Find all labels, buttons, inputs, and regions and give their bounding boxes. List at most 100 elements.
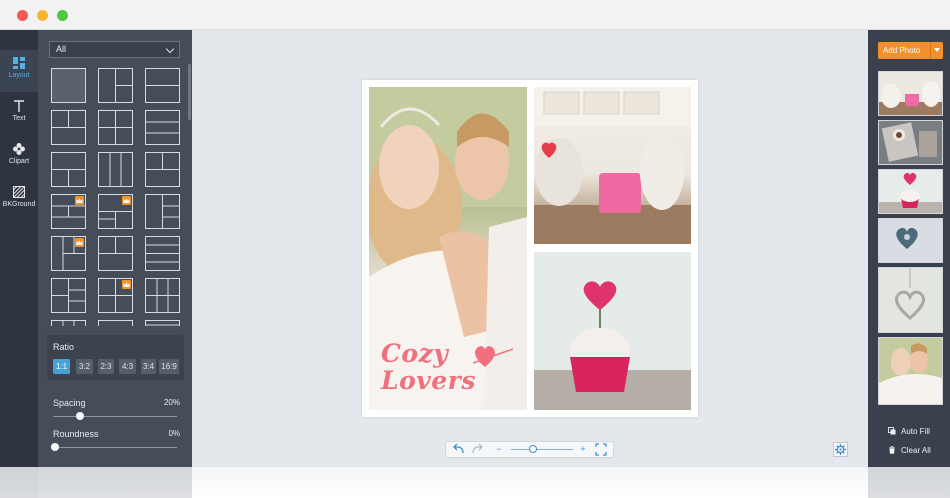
title-bar — [0, 0, 950, 30]
photo-thumbnail-coffee[interactable] — [878, 120, 943, 165]
ratio-option-4-3[interactable]: 4:3 — [119, 359, 136, 374]
tool-text[interactable]: Text — [0, 93, 38, 135]
cupcake-photo — [534, 252, 691, 410]
layout-template[interactable] — [98, 320, 133, 326]
layout-filter-select[interactable]: All — [49, 41, 180, 58]
layout-template[interactable] — [51, 320, 86, 326]
layout-grid-scrollbar[interactable] — [188, 64, 191, 120]
crown-icon — [75, 238, 84, 247]
zoom-slider-handle[interactable] — [528, 445, 537, 453]
photo-thumbnail-kitchen[interactable] — [878, 71, 943, 116]
layout-template[interactable] — [98, 68, 133, 103]
photo-thumbnail-heart-ornament[interactable] — [878, 267, 943, 333]
spacing-slider-handle[interactable] — [75, 412, 84, 420]
fullscreen-icon[interactable] — [594, 442, 608, 457]
photo-cell-kitchen[interactable] — [534, 87, 691, 244]
overlay-text-line1[interactable]: Cozy — [381, 339, 448, 368]
tool-clipart[interactable]: Clipart — [0, 136, 38, 178]
layout-template[interactable] — [51, 110, 86, 145]
roundness-label: Roundness — [53, 429, 99, 439]
layout-template[interactable] — [145, 68, 180, 103]
add-photo-button[interactable]: Add Photo — [878, 42, 943, 59]
photo-thumbnail-heart-cookie[interactable] — [878, 218, 943, 263]
layout-template-grid — [51, 68, 187, 326]
layout-template-premium[interactable] — [98, 194, 133, 229]
reflection-right-panel — [868, 467, 950, 498]
close-window-button[interactable] — [17, 10, 28, 21]
clear-all-label: Clear All — [901, 446, 931, 455]
layout-template[interactable] — [145, 152, 180, 187]
crown-icon — [122, 196, 131, 205]
overlay-text-line2[interactable]: Lovers — [381, 366, 476, 395]
layout-template[interactable] — [51, 152, 86, 187]
roundness-control: Roundness 0% — [47, 426, 184, 456]
ratio-option-2-3[interactable]: 2:3 — [98, 359, 114, 374]
zoom-out-button[interactable]: − — [494, 442, 504, 457]
trash-icon — [889, 446, 895, 454]
undo-icon[interactable] — [452, 442, 466, 457]
roundness-slider-track[interactable] — [53, 447, 177, 448]
caret-down-icon — [934, 48, 940, 52]
settings-button[interactable] — [833, 442, 848, 457]
heart-arrow-icon — [473, 346, 513, 367]
layout-template-premium[interactable] — [51, 236, 86, 271]
tool-background[interactable]: BKGround — [0, 179, 38, 221]
layout-panel: All Ratio 1:1 3:2 2:3 4:3 3:4 16:9 Spaci… — [38, 30, 192, 467]
layout-filter-value: All — [56, 44, 67, 54]
reflection-panel — [38, 467, 192, 498]
photo-panel: Add Photo Auto Fill Clear All — [868, 30, 950, 467]
background-icon — [13, 186, 25, 198]
photo-thumbnail-cupcake[interactable] — [878, 169, 943, 214]
layout-template[interactable] — [51, 278, 86, 313]
auto-fill-button[interactable]: Auto Fill — [888, 427, 930, 436]
zoom-in-button[interactable]: + — [578, 442, 588, 457]
layout-template[interactable] — [98, 236, 133, 271]
tool-text-label: Text — [12, 115, 26, 122]
kitchen-photo — [534, 87, 691, 244]
layout-template[interactable] — [145, 278, 180, 313]
zoom-slider-track[interactable] — [511, 449, 573, 450]
layout-template[interactable] — [145, 320, 180, 326]
photo-cell-cupcake[interactable] — [534, 252, 691, 410]
layout-template-premium[interactable] — [51, 194, 86, 229]
roundness-slider-handle[interactable] — [51, 443, 59, 451]
zoom-toolbar: − + — [445, 441, 614, 458]
spacing-value: 20% — [163, 398, 180, 407]
layout-template[interactable] — [145, 236, 180, 271]
layout-template[interactable] — [145, 194, 180, 229]
reflection-iconbar — [0, 467, 38, 498]
canvas-area: Cozy Lovers − + — [192, 30, 868, 467]
auto-fill-icon — [888, 427, 896, 435]
tool-background-label: BKGround — [2, 201, 36, 208]
clear-all-button[interactable]: Clear All — [888, 446, 931, 455]
spacing-control: Spacing 20% — [47, 395, 184, 425]
photo-cell-couple[interactable]: Cozy Lovers — [369, 87, 527, 410]
add-photo-dropdown[interactable] — [930, 42, 943, 59]
window-reflection — [0, 467, 950, 498]
layout-template[interactable] — [145, 110, 180, 145]
layout-template[interactable] — [98, 110, 133, 145]
tool-layout-label: Layout — [8, 72, 30, 79]
crown-icon — [122, 280, 131, 289]
minimize-window-button[interactable] — [37, 10, 48, 21]
layout-template[interactable] — [51, 68, 86, 103]
ratio-option-1-1[interactable]: 1:1 — [53, 359, 70, 374]
add-photo-label: Add Photo — [883, 46, 921, 55]
ratio-option-3-4[interactable]: 3:4 — [141, 359, 156, 374]
redo-icon[interactable] — [470, 442, 484, 457]
layout-template[interactable] — [98, 152, 133, 187]
tool-sidebar: Layout Text Clipart BKGround — [0, 30, 38, 467]
app-window: Layout Text Clipart BKGround All Ratio 1… — [0, 0, 950, 498]
text-icon — [14, 100, 24, 112]
zoom-window-button[interactable] — [57, 10, 68, 21]
tool-layout[interactable]: Layout — [0, 50, 38, 92]
ratio-option-3-2[interactable]: 3:2 — [76, 359, 93, 374]
roundness-value: 0% — [168, 429, 180, 438]
crown-icon — [75, 196, 84, 205]
photo-thumbnail-couple[interactable] — [878, 337, 943, 405]
auto-fill-label: Auto Fill — [901, 427, 930, 436]
ratio-option-16-9[interactable]: 16:9 — [159, 359, 179, 374]
layout-template-premium[interactable] — [98, 278, 133, 313]
collage-page: Cozy Lovers — [362, 80, 698, 417]
spacing-slider-track[interactable] — [53, 416, 177, 417]
